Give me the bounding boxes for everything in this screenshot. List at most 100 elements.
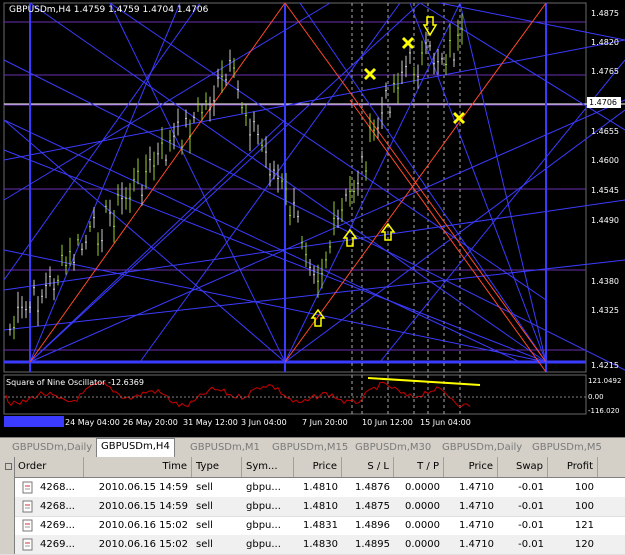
osc-axis-label: 0.00: [588, 393, 604, 401]
cell-time: 2010.06.16 15:02: [98, 539, 188, 550]
cell-order: 4268...: [40, 501, 75, 512]
osc-axis-label: 121.0492: [588, 377, 621, 385]
time-axis-label: 3 Jun 04:00: [241, 418, 287, 427]
price-axis-label: 1.4215: [591, 361, 619, 370]
time-axis-highlight: [4, 416, 64, 427]
table-row[interactable]: 4268... 2010.06.15 14:59 sell gbpu... 1.4810…: [0, 478, 625, 498]
price-axis-label: 1.4545: [591, 186, 619, 195]
fan-line-blue: [109, 2, 547, 301]
column-header[interactable]: Price: [294, 457, 342, 477]
cell-tp: 0.0000: [405, 539, 440, 550]
tab-gbpusdm-daily[interactable]: GBPUSDm,Daily: [8, 440, 96, 456]
order-icon: [22, 519, 33, 532]
cell-cur: 1.4710: [459, 501, 494, 512]
price-axis-label: 1.4655: [591, 127, 619, 136]
column-header[interactable]: Swap: [498, 457, 548, 477]
chart-canvas[interactable]: 1.4875 1.4820 1.4765 1.4655 1.4600 1.4545 1.44…: [0, 0, 625, 437]
price-axis-label: 1.4490: [591, 216, 619, 225]
tab-gbpusdm-m15[interactable]: GBPUSDm,M15: [268, 440, 352, 456]
current-price-tag: 1.4706: [587, 97, 621, 108]
chart-tabs: GBPUSDm,Daily GBPUSDm,H4 GBPUSDm,M1 GBPUSDm…: [0, 437, 625, 458]
tab-gbpusdm-h4[interactable]: GBPUSDm,H4: [96, 438, 175, 458]
price-axis-label: 1.4600: [591, 156, 619, 165]
column-header[interactable]: Order: [14, 457, 84, 477]
column-header[interactable]: Profit: [548, 457, 598, 477]
terminal-close-icon[interactable]: [5, 463, 12, 470]
time-axis-label: 15 Jun 04:00: [420, 418, 471, 427]
price-axis-label: 1.4820: [591, 38, 619, 47]
column-header[interactable]: Price: [444, 457, 498, 477]
cell-profit: 121: [574, 520, 594, 531]
tab-gbpusdm-m30[interactable]: GBPUSDm,M30: [351, 440, 435, 456]
fan-line-blue: [299, 2, 547, 363]
column-header[interactable]: Time: [84, 457, 192, 477]
tab-gbpusdm-m5[interactable]: GBPUSDm,M5: [528, 440, 606, 456]
order-icon: [22, 538, 33, 551]
price-axis-label: 1.4875: [591, 9, 619, 18]
cell-price: 1.4810: [303, 482, 338, 493]
cell-time: 2010.06.15 14:59: [98, 482, 188, 493]
fan-line-blue: [29, 99, 625, 363]
cell-swap: -0.01: [518, 520, 544, 531]
cell-order: 4268...: [40, 482, 75, 493]
price-axis-label: 1.4325: [591, 306, 619, 315]
cell-type: sell: [196, 520, 213, 531]
fan-line-blue: [3, 149, 547, 363]
column-header[interactable]: Sym...: [242, 457, 294, 477]
cell-cur: 1.4710: [459, 520, 494, 531]
terminal-sidebar: [0, 457, 15, 554]
price-chart[interactable]: 1.4875 1.4820 1.4765 1.4655 1.4600 1.4545 1.44…: [0, 0, 625, 437]
cell-type: sell: [196, 539, 213, 550]
cell-cur: 1.4710: [459, 482, 494, 493]
cell-time: 2010.06.16 15:02: [98, 520, 188, 531]
oscillator-trendline: [367, 377, 481, 386]
table-row[interactable]: 4268... 2010.06.15 14:59 sell gbpu... 1.4810…: [0, 497, 625, 517]
orders-table-header: Order Time Type Sym... Price S / LT / P Price S…: [0, 457, 625, 478]
cell-sl: 1.4876: [355, 482, 390, 493]
cell-cur: 1.4710: [459, 539, 494, 550]
cell-sl: 1.4896: [355, 520, 390, 531]
cell-type: sell: [196, 482, 213, 493]
cell-swap: -0.01: [518, 482, 544, 493]
cell-swap: -0.01: [518, 501, 544, 512]
cell-sl: 1.4895: [355, 539, 390, 550]
time-axis-label: 31 May 12:00: [183, 418, 238, 427]
fan-line-blue: [459, 2, 547, 363]
cell-tp: 0.0000: [405, 501, 440, 512]
cell-profit: 120: [574, 539, 594, 550]
cell-symbol: gbpu...: [246, 482, 281, 493]
fan-line-blue: [3, 2, 331, 201]
chart-symbol-label: GBPUSDm,H4 1.4759 1.4759 1.4704 1.4706: [9, 5, 209, 15]
orders-table: Order Time Type Sym... Price S / LT / P Price S…: [0, 457, 625, 555]
tab-gbpusdm-daily[interactable]: GBPUSDm,Daily: [438, 440, 526, 456]
time-axis-label: 26 May 20:00: [123, 418, 178, 427]
oscillator-label: Square of Nine Oscillator -12.6369: [6, 378, 144, 387]
cell-order: 4269...: [40, 539, 75, 550]
cell-order: 4269...: [40, 520, 75, 531]
cell-symbol: gbpu...: [246, 501, 281, 512]
cell-profit: 100: [574, 501, 594, 512]
order-icon: [22, 500, 33, 513]
time-axis-label: 7 Jun 20:00: [302, 418, 348, 427]
up-arrow-marker: [310, 308, 326, 327]
table-row[interactable]: 4269... 2010.06.16 15:02 sell gbpu... 1.4830…: [0, 535, 625, 555]
cell-type: sell: [196, 501, 213, 512]
table-row[interactable]: 4269... 2010.06.16 15:02 sell gbpu... 1.4831…: [0, 516, 625, 536]
column-header[interactable]: T / P: [394, 457, 444, 477]
fan-line-blue: [29, 2, 547, 363]
cell-price: 1.4830: [303, 539, 338, 550]
order-icon: [22, 481, 33, 494]
cell-profit: 100: [574, 482, 594, 493]
cell-swap: -0.01: [518, 539, 544, 550]
cell-sl: 1.4875: [355, 501, 390, 512]
cell-price: 1.4810: [303, 501, 338, 512]
column-header[interactable]: Type: [192, 457, 242, 477]
cell-tp: 0.0000: [405, 520, 440, 531]
price-axis-label: 1.4380: [591, 277, 619, 286]
cell-price: 1.4831: [303, 520, 338, 531]
column-header[interactable]: S / L: [342, 457, 394, 477]
time-axis-label: 24 May 04:00: [65, 418, 120, 427]
cell-time: 2010.06.15 14:59: [98, 501, 188, 512]
fan-line-blue: [3, 119, 521, 363]
tab-gbpusdm-m1[interactable]: GBPUSDm,M1: [186, 440, 264, 456]
